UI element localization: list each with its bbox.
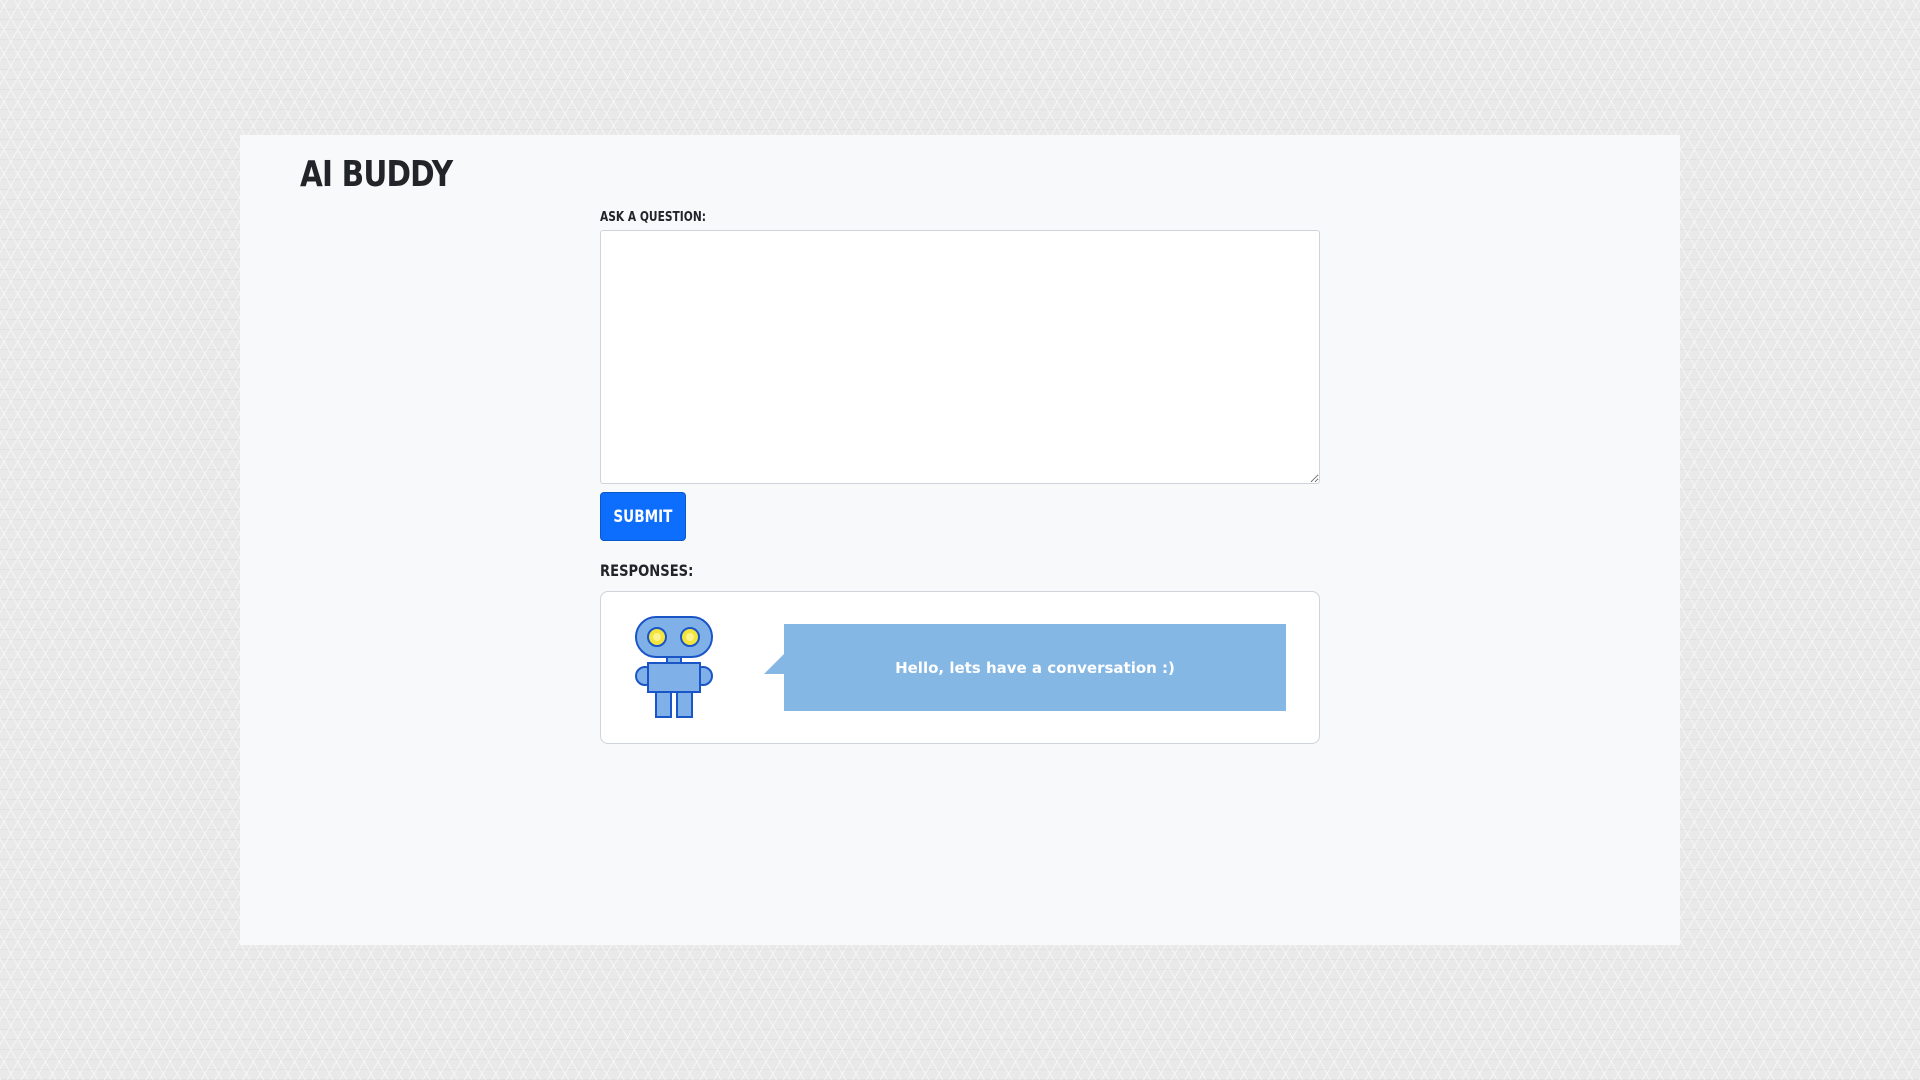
submit-button-label: SUBMIT — [613, 506, 673, 527]
response-text: Hello, lets have a conversation :) — [895, 658, 1175, 677]
response-bubble: Hello, lets have a conversation :) — [764, 624, 1286, 711]
app-container: AI BUDDY Ask a question: SUBMIT Response… — [240, 135, 1680, 945]
submit-button[interactable]: SUBMIT — [600, 492, 686, 541]
responses-label: Responses: — [600, 561, 694, 580]
main-column: Ask a question: SUBMIT Responses: — [600, 210, 1320, 744]
speech-bubble-tail — [764, 654, 784, 674]
question-label: Ask a question: — [600, 210, 707, 225]
app-title: AI BUDDY — [300, 154, 453, 195]
question-input[interactable] — [600, 230, 1320, 484]
robot-icon — [635, 616, 713, 720]
responses-panel: Hello, lets have a conversation :) — [600, 591, 1320, 744]
